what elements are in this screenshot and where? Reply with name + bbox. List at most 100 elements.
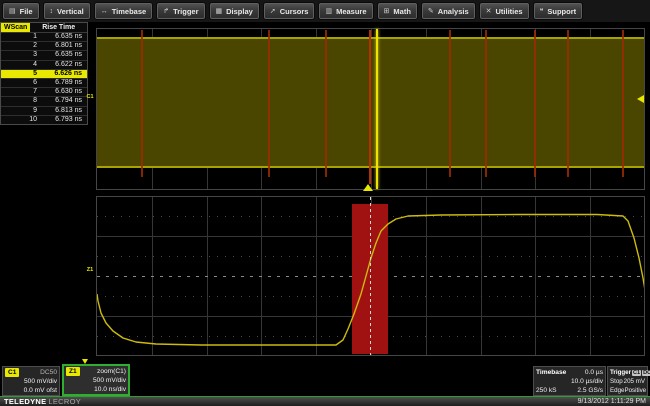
file-icon: ▤: [9, 7, 16, 15]
measure-icon: ▥: [325, 7, 332, 15]
timebase-hscale: 10.0 µs/div: [536, 377, 603, 386]
row-value: 6.626 ns: [40, 70, 87, 78]
display-icon: ▦: [216, 7, 223, 15]
row-index: 10: [1, 116, 40, 124]
datetime-display: 9/13/2012 1:11:29 PM: [578, 398, 646, 405]
row-value: 6.622 ns: [40, 61, 87, 69]
row-index: 1: [1, 33, 40, 41]
menu-math[interactable]: ⊞Math: [377, 2, 418, 20]
row-index: 2: [1, 42, 40, 50]
row-index: 4: [1, 61, 40, 69]
anomaly-red-line: [325, 30, 327, 177]
channel-c1-descriptor[interactable]: C1 DC50 500 mV/div 0.0 mV ofst: [2, 366, 60, 396]
row-value: 6.793 ns: [40, 116, 87, 124]
menu-display[interactable]: ▦Display: [209, 2, 260, 20]
menu-utilities[interactable]: ✕Utilities: [479, 2, 530, 20]
row-index: 6: [1, 79, 40, 87]
oscilloscope-screen: ▤ File ↕Vertical ↔Timebase ↱ Trigger ▦Disp…: [0, 0, 650, 406]
c1-badge: C1: [5, 368, 19, 377]
menu-file-label: File: [20, 7, 33, 16]
row-index: 7: [1, 88, 40, 96]
c1-vscale: 500 mV/div: [5, 377, 57, 386]
menu-measure[interactable]: ▥ Measure: [318, 2, 373, 20]
trigger-level-marker[interactable]: [637, 95, 644, 103]
menu-trigger-label: Trigger: [173, 7, 198, 16]
row-value: 6.801 ns: [40, 42, 87, 50]
z1-trace-marker[interactable]: Z1: [86, 268, 94, 273]
trigger-position-marker[interactable]: [363, 184, 373, 191]
trigger-mode: Stop: [610, 377, 623, 386]
table-row[interactable]: 66.789 ns: [1, 79, 87, 88]
analysis-icon: ✎: [428, 7, 434, 15]
table-row[interactable]: 26.801 ns: [1, 42, 87, 51]
menu-utilities-label: Utilities: [496, 7, 523, 16]
zoom-z1-descriptor[interactable]: Z1zoom(C1) 500 mV/div 10.0 ns/div: [62, 364, 130, 396]
menu-vertical[interactable]: ↕Vertical: [43, 2, 91, 20]
menu-measure-label: Measure: [336, 7, 366, 16]
menu-display-label: Display: [226, 7, 253, 16]
c1-offset: 0.0 mV ofst: [5, 386, 57, 395]
anomaly-red-line: [449, 30, 451, 177]
trigger-type: Edge: [610, 386, 624, 395]
row-value: 6.635 ns: [40, 33, 87, 41]
zoom-grid: [96, 196, 645, 356]
table-row[interactable]: 76.630 ns: [1, 88, 87, 97]
timebase-descriptor[interactable]: Timebase0.0 µs 10.0 µs/div 250 kS2.5 GS/…: [533, 366, 606, 396]
timebase-label: Timebase: [536, 368, 566, 377]
menu-support[interactable]: ❝Support: [533, 2, 584, 20]
z1-badge: Z1: [66, 367, 80, 376]
trigger-level: 205 mV: [624, 377, 645, 386]
anomaly-red-line: [141, 30, 143, 177]
trigger-descriptor[interactable]: TriggerC1DC Stop205 mV EdgePositive: [607, 366, 648, 396]
menu-timebase-label: Timebase: [112, 7, 146, 16]
menu-file[interactable]: ▤ File: [2, 2, 40, 20]
wscan-results-table: WScan Rise Time 16.635 ns 26.801 ns 36.6…: [0, 22, 88, 125]
trigger-slope: Positive: [624, 386, 646, 395]
menu-cursors-label: Cursors: [280, 7, 309, 16]
trigger-coupling-badge: DC: [642, 370, 650, 376]
row-index: 8: [1, 97, 40, 105]
vertical-icon: ↕: [50, 8, 54, 15]
anomaly-red-line: [567, 30, 569, 177]
table-row[interactable]: 86.794 ns: [1, 97, 87, 106]
menu-support-label: Support: [547, 7, 576, 16]
c1-trace-marker[interactable]: C1: [86, 95, 94, 100]
brand-logo: TELEDYNE LECROY: [4, 397, 81, 406]
menu-analysis-label: Analysis: [438, 7, 469, 16]
table-row[interactable]: 106.793 ns: [1, 116, 87, 124]
support-icon: ❝: [540, 7, 544, 15]
menu-analysis[interactable]: ✎ Analysis: [421, 2, 476, 20]
row-value: 6.794 ns: [40, 97, 87, 105]
anomaly-red-line: [369, 30, 371, 184]
persistence-grid: [96, 28, 645, 190]
brand-lecroy: LECROY: [48, 397, 81, 406]
menu-cursors[interactable]: ➚Cursors: [263, 2, 316, 20]
c1-coupling: DC50: [40, 368, 57, 377]
trigger-label: Trigger: [610, 368, 631, 377]
wscan-table-header: WScan Rise Time: [1, 23, 87, 33]
menu-trigger[interactable]: ↱ Trigger: [156, 2, 205, 20]
table-row-selected[interactable]: 56.626 ns: [1, 70, 87, 79]
anomaly-red-line: [622, 30, 624, 177]
row-value: 6.630 ns: [40, 88, 87, 96]
trigger-icon: ↱: [163, 7, 169, 15]
z1-source: zoom(C1): [80, 367, 126, 376]
table-row[interactable]: 36.635 ns: [1, 51, 87, 60]
measurement-cursor-line[interactable]: [370, 197, 371, 355]
table-row[interactable]: 46.622 ns: [1, 61, 87, 70]
table-row[interactable]: 96.813 ns: [1, 107, 87, 116]
timebase-rate: 2.5 GS/s: [577, 386, 603, 395]
z1-hscale: 10.0 ns/div: [66, 385, 126, 394]
trigger-source-badge: C1: [632, 370, 641, 376]
table-row[interactable]: 16.635 ns: [1, 33, 87, 42]
menu-math-label: Math: [393, 7, 411, 16]
current-acquisition-line: [376, 29, 378, 189]
menu-timebase[interactable]: ↔Timebase: [94, 2, 153, 20]
z1-vscale: 500 mV/div: [66, 376, 126, 385]
timebase-position: 0.0 µs: [566, 368, 603, 377]
row-index: 5: [1, 70, 40, 78]
row-value: 6.789 ns: [40, 79, 87, 87]
wscan-title-badge[interactable]: WScan: [1, 23, 30, 32]
row-index: 9: [1, 107, 40, 115]
row-value: 6.635 ns: [40, 51, 87, 59]
